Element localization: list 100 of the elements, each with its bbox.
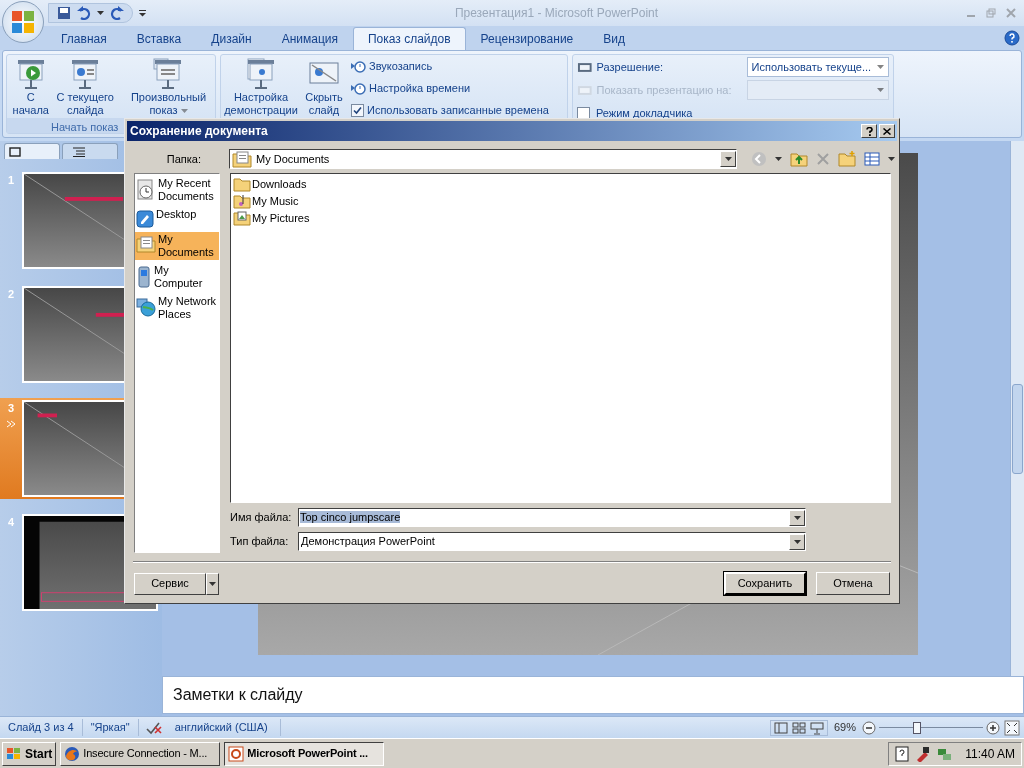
zoom-level[interactable]: 69% — [833, 719, 856, 736]
field-label: Разрешение: — [596, 59, 665, 75]
stopwatch-icon — [351, 81, 366, 95]
redo-icon[interactable] — [110, 6, 124, 20]
zoom-slider-thumb[interactable] — [912, 721, 921, 734]
help-button[interactable] — [861, 124, 877, 138]
ribbon-large-button[interactable]: С текущего слайда — [54, 57, 116, 117]
places-item[interactable]: Desktop — [135, 207, 219, 229]
ribbon-large-button[interactable]: Скрыть слайд — [299, 57, 349, 133]
clock: 11:40 AM — [965, 745, 1015, 763]
stopwatch-icon — [351, 59, 366, 73]
places-item[interactable]: My Recent Documents — [135, 176, 219, 204]
office-logo-icon — [11, 10, 35, 34]
animation-icon — [6, 418, 16, 429]
ribbon-tab[interactable]: Вид — [588, 27, 640, 50]
ribbon-tab[interactable]: Показ слайдов — [353, 27, 466, 50]
ribbon-small-button[interactable]: Настройка времени — [351, 79, 549, 97]
presentation-app-icon — [228, 745, 245, 762]
places-item[interactable]: My Documents — [135, 232, 219, 260]
caret-icon — [209, 581, 216, 586]
slide-number: 2 — [7, 287, 15, 302]
caret-icon — [877, 88, 884, 92]
spellcheck-icon[interactable] — [144, 720, 163, 735]
folder-dropdown[interactable]: My Documents — [229, 149, 737, 169]
notes-field[interactable]: Заметки к слайду — [162, 676, 1024, 714]
zoom-out-icon[interactable] — [862, 720, 876, 735]
filetype-dropdown[interactable]: Демонстрация PowerPoint — [298, 532, 806, 551]
slide-number: 4 — [7, 515, 15, 530]
status-slide-count: Слайд 3 из 4 — [0, 719, 83, 736]
caret-icon — [775, 157, 782, 161]
taskbar-button[interactable]: Insecure Connection - M... — [60, 741, 221, 766]
close-icon — [883, 127, 891, 135]
outline-tab[interactable] — [62, 143, 118, 159]
normal-view-icon[interactable] — [772, 720, 789, 735]
caret-icon — [793, 539, 801, 544]
ribbon-large-button[interactable]: С начала — [9, 57, 53, 117]
taskbar-button[interactable]: Microsoft PowerPoint ... — [224, 741, 385, 766]
places-item[interactable]: My Computer — [135, 263, 219, 291]
zoom-in-icon[interactable] — [986, 720, 1000, 735]
ribbon-checkbox[interactable]: Использовать записанные времена — [351, 101, 549, 119]
ribbon-tab[interactable]: Рецензирование — [465, 27, 589, 50]
slide-number: 1 — [7, 173, 15, 188]
ribbon-small-button[interactable]: Звукозапись — [351, 57, 549, 75]
save-button[interactable]: Сохранить — [724, 572, 806, 595]
caret-icon — [724, 157, 732, 161]
music-folder-icon — [233, 193, 251, 209]
slide-number: 3 — [7, 401, 15, 416]
start-button[interactable]: Start — [2, 741, 57, 766]
caret-icon — [877, 65, 884, 69]
fit-window-icon[interactable] — [1004, 719, 1020, 736]
filename-label: Имя файла: — [230, 510, 293, 526]
places-item[interactable]: My Network Places — [135, 294, 219, 322]
filename-field[interactable]: Top cinco jumpscare — [298, 508, 806, 527]
checkbox[interactable] — [351, 103, 364, 117]
undo-icon[interactable] — [77, 6, 91, 20]
file-list-item[interactable]: My Music — [233, 193, 299, 209]
slide-icon — [9, 146, 21, 157]
monitor-icon — [577, 60, 593, 74]
tray-tools-icon[interactable] — [915, 745, 932, 762]
ribbon-tab[interactable]: Анимация — [266, 27, 353, 50]
caret-icon — [180, 109, 188, 114]
outline-icon — [73, 146, 85, 157]
views-icon[interactable] — [864, 152, 880, 166]
status-language[interactable]: английский (США) — [162, 719, 281, 736]
question-icon — [865, 126, 873, 136]
slideshow-view-icon[interactable] — [808, 720, 825, 735]
monitor-icon — [577, 83, 593, 97]
file-list-item[interactable]: Downloads — [233, 176, 307, 192]
pictures-folder-icon — [233, 210, 251, 226]
vertical-scrollbar[interactable] — [1010, 141, 1024, 676]
filetype-label: Тип файла: — [230, 534, 290, 550]
ribbon-tab[interactable]: Вставка — [121, 27, 197, 50]
sorter-view-icon[interactable] — [790, 720, 807, 735]
filename-value: Top cinco jumpscare — [300, 510, 402, 526]
help-tray-icon[interactable] — [895, 745, 910, 762]
ribbon-large-button[interactable]: Произвольный показ — [123, 57, 213, 117]
slides-tab[interactable] — [4, 143, 60, 159]
close-button[interactable] — [879, 124, 895, 138]
tools-dropdown-button[interactable] — [206, 572, 219, 595]
network-globe-icon — [136, 297, 156, 317]
status-theme: "Яркая" — [82, 719, 139, 736]
tools-button[interactable]: Сервис — [134, 572, 206, 595]
cancel-button[interactable]: Отмена — [816, 572, 890, 595]
dropdown[interactable]: Использовать текуще... — [746, 57, 889, 77]
ribbon-tab[interactable]: Главная — [46, 27, 122, 50]
help-icon[interactable] — [1004, 30, 1020, 46]
dialog-title: Сохранение документа — [130, 123, 269, 140]
caret-icon — [888, 157, 895, 161]
window-title: Презентация1 - Microsoft PowerPoint — [454, 5, 659, 22]
ribbon-tab[interactable]: Дизайн — [196, 27, 267, 50]
customize-toolbar-icon[interactable] — [139, 9, 147, 17]
documents-folder-icon — [232, 150, 252, 168]
save-icon[interactable] — [57, 6, 71, 20]
caret-icon — [97, 11, 104, 15]
up-folder-icon[interactable] — [790, 151, 808, 167]
caret-icon — [793, 515, 801, 520]
file-list-item[interactable]: My Pictures — [233, 210, 310, 226]
browser-icon — [64, 745, 81, 762]
computer-icon — [136, 266, 152, 288]
zoom-slider[interactable] — [879, 720, 983, 735]
